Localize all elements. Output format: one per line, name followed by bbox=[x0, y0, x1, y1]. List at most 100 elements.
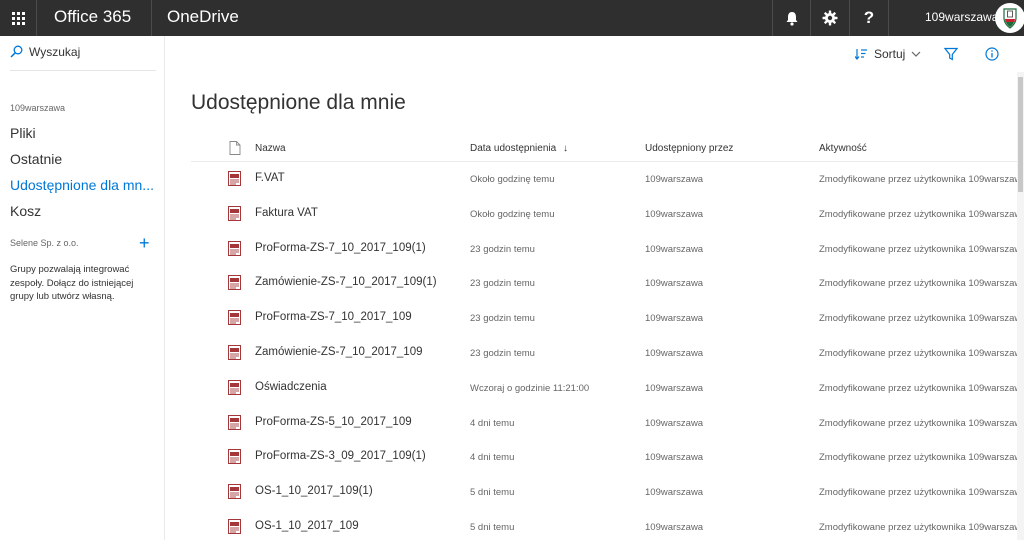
file-name[interactable]: Faktura VAT bbox=[255, 207, 318, 219]
pdf-file-icon bbox=[228, 310, 241, 326]
shared-date: 5 dni temu bbox=[470, 521, 515, 533]
scrollbar-thumb[interactable] bbox=[1018, 77, 1023, 192]
office365-brand[interactable]: Office 365 bbox=[54, 7, 131, 27]
table-row[interactable]: OS-1_10_2017_109(1) 5 dni temu 109warsza… bbox=[191, 475, 1024, 510]
table-row[interactable]: Oświadczenia Wczoraj o godzinie 11:21:00… bbox=[191, 371, 1024, 406]
column-header-shared-by[interactable]: Udostępniony przez bbox=[645, 143, 733, 154]
shared-date: 4 dni temu bbox=[470, 417, 515, 429]
file-name[interactable]: Oświadczenia bbox=[255, 381, 327, 393]
shared-by: 109warszawa bbox=[645, 208, 704, 220]
file-name[interactable]: ProForma-ZS-5_10_2017_109 bbox=[255, 416, 412, 428]
filter-button[interactable] bbox=[944, 36, 958, 72]
sort-button[interactable]: Sortuj bbox=[855, 36, 921, 72]
activity: Zmodyfikowane przez użytkownika 109warsz… bbox=[819, 278, 1022, 290]
pdf-file-icon bbox=[228, 344, 241, 360]
sort-label: Sortuj bbox=[874, 47, 906, 61]
file-type-header-icon[interactable] bbox=[229, 141, 241, 158]
pdf-file-icon bbox=[228, 484, 241, 500]
shared-by: 109warszawa bbox=[645, 278, 704, 290]
shared-date: 4 dni temu bbox=[470, 452, 515, 464]
add-group-icon[interactable]: + bbox=[139, 234, 150, 252]
app-launcher-icon[interactable] bbox=[0, 0, 36, 36]
activity: Zmodyfikowane przez użytkownika 109warsz… bbox=[819, 521, 1022, 533]
chevron-down-icon bbox=[911, 51, 921, 57]
divider bbox=[888, 0, 889, 36]
activity: Zmodyfikowane przez użytkownika 109warsz… bbox=[819, 452, 1022, 464]
search-box[interactable]: Wyszukaj bbox=[10, 45, 156, 71]
page-title: Udostępnione dla mnie bbox=[191, 91, 406, 114]
activity: Zmodyfikowane przez użytkownika 109warsz… bbox=[819, 208, 1022, 220]
info-icon bbox=[985, 47, 999, 61]
shared-by: 109warszawa bbox=[645, 243, 704, 255]
file-name[interactable]: ProForma-ZS-3_09_2017_109(1) bbox=[255, 450, 426, 462]
file-name[interactable]: F.VAT bbox=[255, 172, 285, 184]
nav-item-pliki[interactable]: Pliki bbox=[10, 125, 36, 141]
column-header-date[interactable]: Data udostępnienia ↓ bbox=[470, 143, 568, 154]
file-name[interactable]: ProForma-ZS-7_10_2017_109 bbox=[255, 311, 412, 323]
help-icon[interactable]: ? bbox=[850, 0, 888, 36]
column-header-activity[interactable]: Aktywność bbox=[819, 143, 867, 154]
shared-date: 23 godzin temu bbox=[470, 278, 535, 290]
column-header-date-label: Data udostępnienia bbox=[470, 143, 557, 154]
pdf-file-icon bbox=[228, 518, 241, 534]
scrollbar[interactable] bbox=[1017, 72, 1024, 540]
table-row[interactable]: Zamówienie-ZS-7_10_2017_109 23 godzin te… bbox=[191, 336, 1024, 371]
shared-by: 109warszawa bbox=[645, 382, 704, 394]
search-icon bbox=[10, 45, 23, 58]
sort-arrow-down-icon: ↓ bbox=[562, 143, 568, 154]
shared-date: Około godzinę temu bbox=[470, 208, 555, 220]
shared-by: 109warszawa bbox=[645, 347, 704, 359]
app-title[interactable]: OneDrive bbox=[167, 7, 239, 27]
activity: Zmodyfikowane przez użytkownika 109warsz… bbox=[819, 243, 1022, 255]
file-name[interactable]: Zamówienie-ZS-7_10_2017_109 bbox=[255, 346, 423, 358]
file-name[interactable]: OS-1_10_2017_109(1) bbox=[255, 485, 373, 497]
file-list-header: Nazwa Data udostępnienia ↓ Udostępniony … bbox=[191, 136, 1024, 162]
nav-item-shared-with-me[interactable]: Udostępnione dla mn... bbox=[10, 177, 154, 193]
pdf-file-icon bbox=[228, 379, 241, 395]
pdf-file-icon bbox=[228, 205, 241, 221]
top-bar: Office 365 OneDrive ? 109warszawa bbox=[0, 0, 1024, 36]
shared-date: 23 godzin temu bbox=[470, 243, 535, 255]
left-navigation: Wyszukaj 109warszawa Pliki Ostatnie Udos… bbox=[0, 36, 165, 540]
table-row[interactable]: ProForma-ZS-7_10_2017_109(1) 23 godzin t… bbox=[191, 232, 1024, 267]
bell-icon[interactable] bbox=[773, 0, 811, 36]
divider bbox=[36, 0, 37, 36]
gear-icon[interactable] bbox=[811, 0, 849, 36]
column-header-name[interactable]: Nazwa bbox=[255, 143, 286, 154]
nav-group-label: 109warszawa bbox=[10, 103, 66, 113]
file-name[interactable]: Zamówienie-ZS-7_10_2017_109(1) bbox=[255, 276, 437, 288]
org-label: Selene Sp. z o.o. bbox=[10, 238, 79, 248]
account-name[interactable]: 109warszawa bbox=[925, 10, 998, 24]
activity: Zmodyfikowane przez użytkownika 109warsz… bbox=[819, 487, 1022, 499]
filter-icon bbox=[944, 47, 958, 61]
table-row[interactable]: Faktura VAT Około godzinę temu 109warsza… bbox=[191, 197, 1024, 232]
pdf-file-icon bbox=[228, 240, 241, 256]
file-name[interactable]: ProForma-ZS-7_10_2017_109(1) bbox=[255, 242, 426, 254]
shared-date: 23 godzin temu bbox=[470, 313, 535, 325]
pdf-file-icon bbox=[228, 275, 241, 291]
shared-date: 23 godzin temu bbox=[470, 347, 535, 359]
shared-date: 5 dni temu bbox=[470, 487, 515, 499]
avatar[interactable] bbox=[995, 3, 1024, 33]
nav-item-ostatnie[interactable]: Ostatnie bbox=[10, 151, 62, 167]
table-row[interactable]: F.VAT Około godzinę temu 109warszawa Zmo… bbox=[191, 162, 1024, 197]
activity: Zmodyfikowane przez użytkownika 109warsz… bbox=[819, 382, 1022, 394]
divider bbox=[151, 0, 152, 36]
info-button[interactable] bbox=[985, 36, 999, 72]
shared-date: Wczoraj o godzinie 11:21:00 bbox=[470, 382, 590, 394]
nav-item-kosz[interactable]: Kosz bbox=[10, 203, 41, 219]
file-name[interactable]: OS-1_10_2017_109 bbox=[255, 520, 359, 532]
groups-description: Grupy pozwalają integrować zespoły. Dołą… bbox=[10, 264, 134, 302]
shared-by: 109warszawa bbox=[645, 313, 704, 325]
pdf-file-icon bbox=[228, 449, 241, 465]
table-row[interactable]: ProForma-ZS-5_10_2017_109 4 dni temu 109… bbox=[191, 406, 1024, 441]
shared-date: Około godzinę temu bbox=[470, 174, 555, 185]
activity: Zmodyfikowane przez użytkownika 109warsz… bbox=[819, 313, 1022, 325]
table-row[interactable]: ProForma-ZS-7_10_2017_109 23 godzin temu… bbox=[191, 301, 1024, 336]
table-row[interactable]: Zamówienie-ZS-7_10_2017_109(1) 23 godzin… bbox=[191, 266, 1024, 301]
table-row[interactable]: ProForma-ZS-3_09_2017_109(1) 4 dni temu … bbox=[191, 440, 1024, 475]
search-input[interactable]: Wyszukaj bbox=[29, 45, 80, 59]
activity: Zmodyfikowane przez użytkownika 109warsz… bbox=[819, 347, 1022, 359]
activity: Zmodyfikowane przez użytkownika 109warsz… bbox=[819, 174, 1022, 185]
sort-icon bbox=[855, 49, 867, 60]
